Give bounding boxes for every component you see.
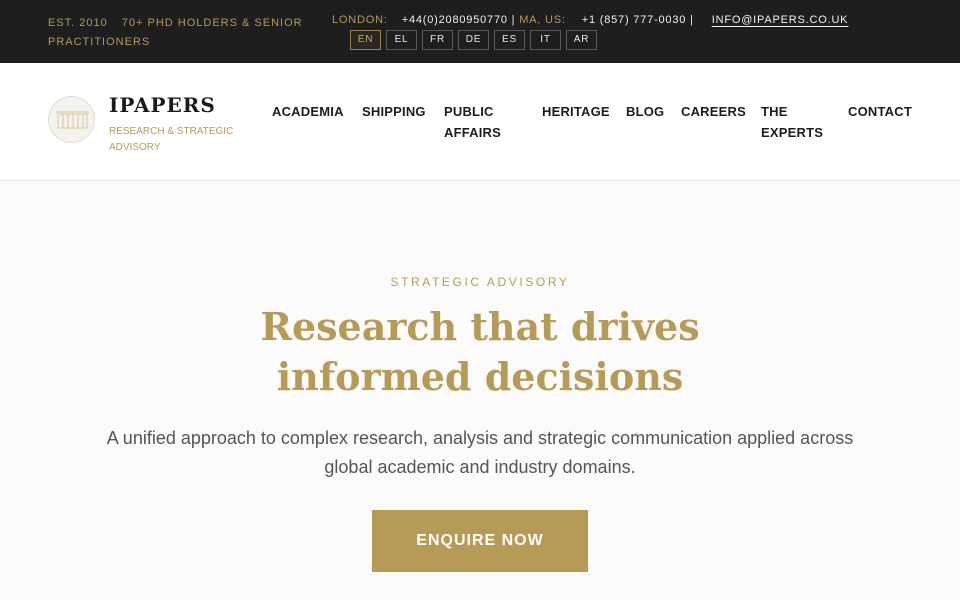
nav-shipping[interactable]: SHIPPING	[362, 101, 426, 122]
nav-academia[interactable]: ACADEMIA	[272, 101, 344, 122]
lang-de-button[interactable]: DE	[458, 30, 489, 50]
language-switcher: EN EL FR DE ES IT AR	[350, 30, 597, 50]
separator: |	[511, 14, 516, 26]
lang-el-button[interactable]: EL	[386, 30, 417, 50]
london-label: LONDON:	[332, 14, 388, 26]
lang-ar-button[interactable]: AR	[566, 30, 597, 50]
company-facts: EST. 2010 70+ PHD HOLDERS & SENIOR PRACTI…	[48, 14, 318, 52]
nav-blog[interactable]: BLOG	[626, 101, 664, 122]
us-phone-link[interactable]: +1 (857) 777-0030	[582, 14, 686, 26]
us-label: MA, US:	[519, 14, 566, 26]
email-link[interactable]: INFO@IPAPERS.CO.UK	[712, 14, 849, 26]
enquire-now-button[interactable]: ENQUIRE NOW	[372, 510, 588, 572]
nav-the-experts[interactable]: THE EXPERTS	[761, 101, 833, 143]
hero-subtext: A unified approach to complex research, …	[106, 428, 854, 477]
contact-line: LONDON: +44(0)2080950770 | MA, US: +1 (857…	[332, 12, 848, 28]
nav-heritage[interactable]: HERITAGE	[542, 101, 610, 122]
est-text: EST. 2010	[48, 17, 108, 29]
logo-name[interactable]: IPAPERS	[109, 93, 216, 117]
lang-es-button[interactable]: ES	[494, 30, 525, 50]
hero-eyebrow: STRATEGIC ADVISORY	[390, 275, 570, 289]
hero-section: STRATEGIC ADVISORY Research that drives …	[0, 181, 960, 600]
separator: |	[690, 14, 694, 26]
lang-fr-button[interactable]: FR	[422, 30, 453, 50]
logo-icon[interactable]	[48, 96, 95, 143]
top-bar: EST. 2010 70+ PHD HOLDERS & SENIOR PRACTI…	[0, 0, 960, 63]
nav-public-affairs[interactable]: PUBLIC AFFAIRS	[444, 101, 514, 143]
lang-en-button[interactable]: EN	[350, 30, 381, 50]
nav-careers[interactable]: CAREERS	[681, 101, 746, 122]
site-header: IPAPERS RESEARCH & STRATEGIC ADVISORY AC…	[0, 63, 960, 181]
lang-it-button[interactable]: IT	[530, 30, 561, 50]
logo-tagline: RESEARCH & STRATEGIC ADVISORY	[109, 126, 234, 153]
nav-contact[interactable]: CONTACT	[848, 101, 912, 122]
london-phone-link[interactable]: +44(0)2080950770	[402, 14, 508, 26]
hero-headline: Research that drives informed decisions	[260, 304, 700, 399]
